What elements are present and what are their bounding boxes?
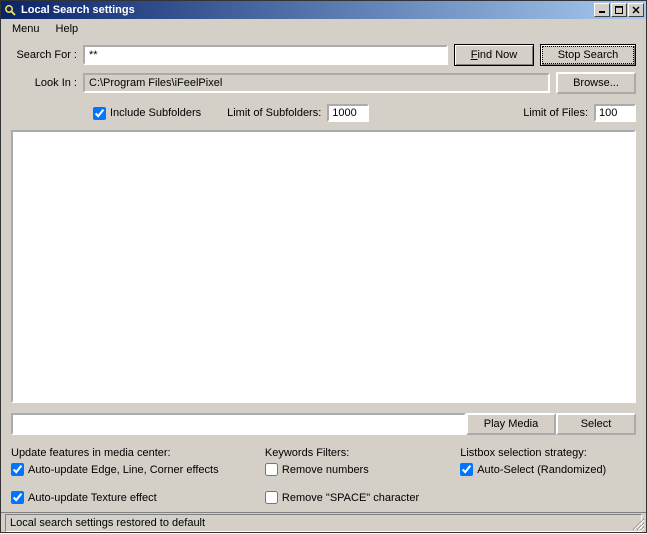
titlebar: Local Search settings [1,1,646,19]
remove-space-label: Remove "SPACE" character [282,492,419,504]
look-in-row: Look In : Browse... [11,72,636,94]
auto-select-label: Auto-Select (Randomized) [477,464,606,476]
menubar: Menu Help [1,19,646,38]
bottom-columns: Update features in media center: Auto-up… [11,447,636,504]
include-subfolders-checkbox[interactable]: Include Subfolders [93,107,201,120]
remove-space-checkbox[interactable]: Remove "SPACE" character [265,491,460,504]
browse-button[interactable]: Browse... [556,72,636,94]
look-in-input[interactable] [83,73,550,93]
keywords-filters-heading: Keywords Filters: [265,447,460,459]
resize-grip-icon[interactable] [629,515,645,531]
options-row: Include Subfolders Limit of Subfolders: … [93,104,636,122]
find-now-button[interactable]: Find Now [454,44,534,66]
update-features-group: Update features in media center: Auto-up… [11,447,265,504]
stop-search-button[interactable]: Stop Search [540,44,636,66]
listbox-strategy-group: Listbox selection strategy: Auto-Select … [460,447,636,504]
minimize-button[interactable] [594,3,610,17]
listbox-strategy-heading: Listbox selection strategy: [460,447,636,459]
auto-update-edge-label: Auto-update Edge, Line, Corner effects [28,464,219,476]
auto-update-texture-checkbox[interactable]: Auto-update Texture effect [11,491,265,504]
menu-help[interactable]: Help [49,21,86,37]
search-for-row: Search For : Find Now Stop Search [11,44,636,66]
media-path-input[interactable] [11,413,466,435]
search-for-input[interactable] [83,45,448,65]
auto-select-checkbox[interactable]: Auto-Select (Randomized) [460,463,636,476]
close-button[interactable] [628,3,644,17]
include-subfolders-label: Include Subfolders [110,107,201,119]
update-features-heading: Update features in media center: [11,447,265,459]
client-area: Search For : Find Now Stop Search Look I… [1,38,646,512]
remove-numbers-label: Remove numbers [282,464,369,476]
results-listbox[interactable] [11,130,636,403]
look-in-label: Look In : [11,77,83,89]
play-media-button[interactable]: Play Media [466,413,556,435]
keywords-filters-group: Keywords Filters: Remove numbers Remove … [265,447,460,504]
maximize-button[interactable] [611,3,627,17]
auto-update-texture-label: Auto-update Texture effect [28,492,157,504]
statusbar: Local search settings restored to defaul… [1,512,646,532]
auto-update-edge-checkbox[interactable]: Auto-update Edge, Line, Corner effects [11,463,265,476]
remove-numbers-checkbox[interactable]: Remove numbers [265,463,460,476]
media-row: Play Media Select [11,413,636,435]
magnifier-icon [3,3,17,17]
status-text: Local search settings restored to defaul… [5,514,642,532]
window: Local Search settings Menu Help Search F… [0,0,647,533]
search-for-label: Search For : [11,49,83,61]
limit-files-input[interactable] [594,104,636,122]
menu-menu[interactable]: Menu [5,21,47,37]
window-controls [594,3,644,17]
limit-files-label: Limit of Files: [523,107,588,119]
limit-subfolders-label: Limit of Subfolders: [227,107,321,119]
window-title: Local Search settings [21,4,594,16]
select-button[interactable]: Select [556,413,636,435]
limit-subfolders-input[interactable] [327,104,369,122]
